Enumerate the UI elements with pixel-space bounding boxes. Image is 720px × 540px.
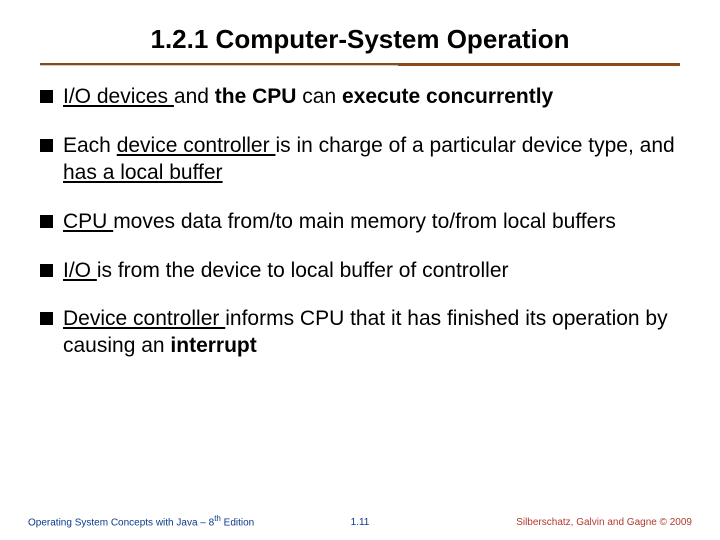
text-segment: execute concurrently bbox=[336, 85, 553, 108]
text-segment: I/O devices bbox=[63, 85, 174, 108]
text-segment: Each bbox=[63, 134, 117, 157]
text-segment: interrupt bbox=[170, 334, 256, 357]
bullet-square-icon bbox=[40, 215, 53, 228]
text-segment: Device controller bbox=[63, 307, 225, 330]
text-segment: CPU bbox=[63, 210, 113, 233]
slide: 1.2.1 Computer-System Operation I/O devi… bbox=[0, 0, 720, 540]
text-segment: is from the device to local buffer of co… bbox=[97, 259, 509, 282]
bullet-item: Each device controller is in charge of a… bbox=[40, 133, 680, 187]
text-segment: can bbox=[302, 85, 336, 108]
bullet-item: I/O is from the device to local buffer o… bbox=[40, 258, 680, 285]
footer-left: Operating System Concepts with Java – 8t… bbox=[28, 514, 254, 528]
footer-center: 1.11 bbox=[351, 517, 370, 528]
footer-left-sup: th bbox=[214, 514, 221, 523]
text-segment: is in charge of a particular device type… bbox=[275, 134, 674, 157]
bullet-text: I/O is from the device to local buffer o… bbox=[63, 258, 680, 285]
bullet-square-icon bbox=[40, 312, 53, 325]
footer-right: Silberschatz, Galvin and Gagne © 2009 bbox=[516, 517, 692, 528]
bullet-text: Device controller informs CPU that it ha… bbox=[63, 306, 680, 360]
bullet-square-icon bbox=[40, 90, 53, 103]
bullet-item: CPU moves data from/to main memory to/fr… bbox=[40, 209, 680, 236]
footer-left-prefix: Operating System Concepts with Java – 8 bbox=[28, 517, 214, 528]
bullet-text: Each device controller is in charge of a… bbox=[63, 133, 680, 187]
bullet-square-icon bbox=[40, 264, 53, 277]
title-rule-shadow bbox=[40, 65, 398, 66]
bullet-text: CPU moves data from/to main memory to/fr… bbox=[63, 209, 680, 236]
bullet-item: Device controller informs CPU that it ha… bbox=[40, 306, 680, 360]
slide-title: 1.2.1 Computer-System Operation bbox=[40, 24, 680, 61]
footer-left-suffix: Edition bbox=[221, 517, 254, 528]
text-segment: device controller bbox=[117, 134, 276, 157]
text-segment: I/O bbox=[63, 259, 97, 282]
text-segment: and bbox=[174, 85, 209, 108]
bullet-item: I/O devices and the CPU can execute conc… bbox=[40, 84, 680, 111]
bullet-square-icon bbox=[40, 139, 53, 152]
text-segment: moves data from/to main memory to/from l… bbox=[113, 210, 616, 233]
bullet-list: I/O devices and the CPU can execute conc… bbox=[40, 84, 680, 360]
text-segment: the CPU bbox=[209, 85, 302, 108]
text-segment: has a local buffer bbox=[63, 161, 223, 184]
bullet-text: I/O devices and the CPU can execute conc… bbox=[63, 84, 680, 111]
footer: Operating System Concepts with Java – 8t… bbox=[0, 514, 720, 528]
